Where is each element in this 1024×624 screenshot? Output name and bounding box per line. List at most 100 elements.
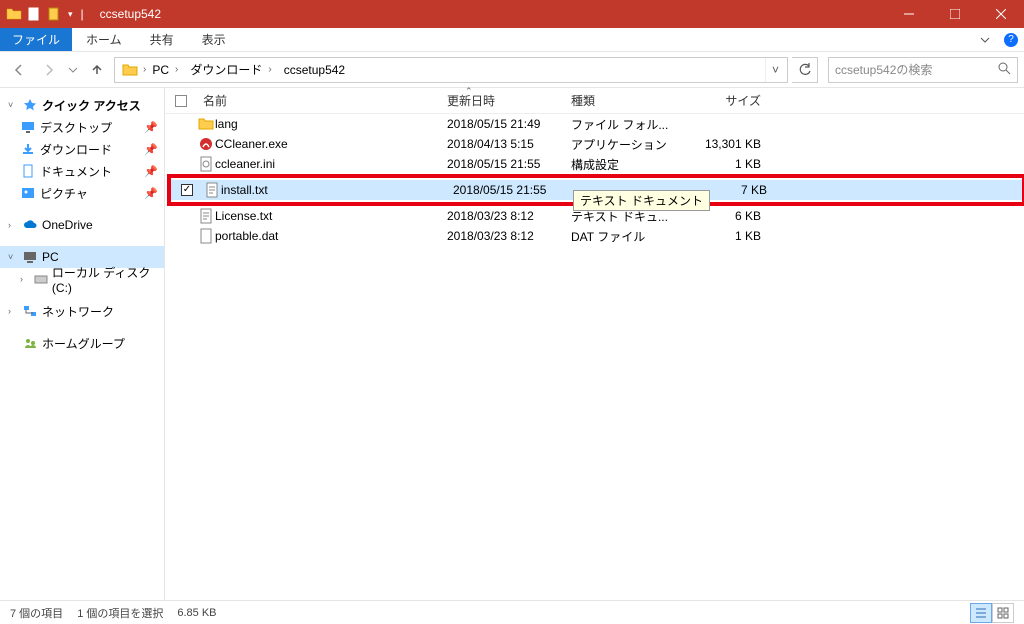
nav-bar: › PC› ダウンロード› ccsetup542 ˅ ccsetup542の検索 <box>0 52 1024 88</box>
expand-icon[interactable]: › <box>8 306 18 316</box>
collapse-icon[interactable]: ˅ <box>8 100 18 110</box>
pin-icon: 📌 <box>144 121 158 134</box>
file-date: 2018/05/15 21:55 <box>447 157 571 171</box>
file-date: 2018/03/23 8:12 <box>447 229 571 243</box>
column-type[interactable]: 種類 <box>571 92 691 109</box>
file-row[interactable]: ✓install.txt2018/05/15 21:55テキスト ドキュメント7… <box>171 180 1022 200</box>
file-tab[interactable]: ファイル <box>0 28 72 51</box>
file-type: 構成設定 <box>571 156 691 173</box>
folder-icon <box>6 6 22 22</box>
file-list: 名前 更新日時 種類 サイズ ⌃ lang2018/05/15 21:49ファイ… <box>165 88 1024 600</box>
pictures-icon <box>20 185 36 201</box>
file-size: 6 KB <box>691 209 771 223</box>
file-date: 2018/04/13 5:15 <box>447 137 571 151</box>
file-name: ccleaner.ini <box>215 157 447 171</box>
file-name: License.txt <box>215 209 447 223</box>
minimize-button[interactable] <box>886 0 932 28</box>
file-type: ファイル フォル... <box>571 116 691 133</box>
sidebar-item-documents[interactable]: ドキュメント📌 <box>0 160 164 182</box>
file-size: 1 KB <box>691 229 771 243</box>
status-item-count: 7 個の項目 <box>10 605 63 621</box>
file-row[interactable]: portable.dat2018/03/23 8:12DAT ファイル1 KB <box>165 226 1024 246</box>
status-bar: 7 個の項目 1 個の項目を選択 6.85 KB <box>0 600 1024 624</box>
maximize-button[interactable] <box>932 0 978 28</box>
collapse-icon[interactable]: ˅ <box>8 252 18 262</box>
expand-icon[interactable]: › <box>8 220 18 230</box>
file-size: 13,301 KB <box>691 137 771 151</box>
tab-home[interactable]: ホーム <box>72 28 136 51</box>
pc-icon <box>22 249 38 265</box>
file-type-icon <box>197 136 215 152</box>
qat-chevron-icon[interactable]: ▾ <box>68 9 73 20</box>
file-type-icon <box>203 182 221 198</box>
cloud-icon <box>22 217 38 233</box>
file-type: DAT ファイル <box>571 228 691 245</box>
sidebar-item-pictures[interactable]: ピクチャ📌 <box>0 182 164 204</box>
file-row[interactable]: License.txt2018/03/23 8:12テキスト ドキュ...6 K… <box>165 206 1024 226</box>
breadcrumb-downloads[interactable]: ダウンロード› <box>184 61 277 78</box>
folder-icon <box>121 61 139 79</box>
file-name: CCleaner.exe <box>215 137 447 151</box>
sidebar-onedrive[interactable]: › OneDrive <box>0 214 164 236</box>
status-selected-count: 1 個の項目を選択 <box>77 605 163 621</box>
window-title: ccsetup542 <box>94 7 161 21</box>
breadcrumb-current[interactable]: ccsetup542 <box>278 63 351 77</box>
sidebar-item-local-disk[interactable]: › ローカル ディスク (C:) <box>0 268 164 290</box>
title-bar: ▾ | ccsetup542 <box>0 0 1024 28</box>
qat-dropdown-icon[interactable] <box>46 6 62 22</box>
sidebar-item-downloads[interactable]: ダウンロード📌 <box>0 138 164 160</box>
star-icon <box>22 97 38 113</box>
column-size[interactable]: サイズ <box>691 92 771 109</box>
column-headers: 名前 更新日時 種類 サイズ ⌃ <box>165 88 1024 114</box>
refresh-button[interactable] <box>792 57 818 83</box>
column-name[interactable]: 名前 <box>197 92 447 109</box>
row-checkbox[interactable]: ✓ <box>171 184 203 196</box>
sidebar-network[interactable]: › ネットワーク <box>0 300 164 322</box>
up-button[interactable] <box>84 57 110 83</box>
thumbnails-view-button[interactable] <box>992 603 1014 623</box>
sort-indicator-icon: ⌃ <box>465 86 473 97</box>
pin-icon: 📌 <box>144 187 158 200</box>
file-row[interactable]: ccleaner.ini2018/05/15 21:55構成設定1 KB <box>165 154 1024 174</box>
file-size: 1 KB <box>691 157 771 171</box>
search-icon <box>998 62 1011 78</box>
status-selected-size: 6.85 KB <box>177 607 216 619</box>
select-all-checkbox[interactable] <box>165 95 197 107</box>
file-row[interactable]: CCleaner.exe2018/04/13 5:15アプリケーション13,30… <box>165 134 1024 154</box>
sidebar-homegroup[interactable]: ホームグループ <box>0 332 164 354</box>
close-button[interactable] <box>978 0 1024 28</box>
file-name: lang <box>215 117 447 131</box>
forward-button[interactable] <box>36 57 62 83</box>
file-type: アプリケーション <box>571 136 691 153</box>
file-name: portable.dat <box>215 229 447 243</box>
search-input[interactable]: ccsetup542の検索 <box>828 57 1018 83</box>
address-dropdown-icon[interactable]: ˅ <box>765 58 785 82</box>
help-button[interactable]: ? <box>998 28 1024 51</box>
search-placeholder: ccsetup542の検索 <box>835 61 998 78</box>
file-type: テキスト ドキュ... <box>571 208 691 225</box>
expand-icon[interactable]: › <box>20 274 29 284</box>
recent-locations-button[interactable] <box>66 57 80 83</box>
file-type-icon <box>197 228 215 244</box>
pin-icon: 📌 <box>144 143 158 156</box>
tab-view[interactable]: 表示 <box>188 28 240 51</box>
file-date: 2018/05/15 21:49 <box>447 117 571 131</box>
details-view-button[interactable] <box>970 603 992 623</box>
back-button[interactable] <box>6 57 32 83</box>
ribbon: ファイル ホーム 共有 表示 ? <box>0 28 1024 52</box>
ribbon-expand-icon[interactable] <box>972 28 998 51</box>
address-bar[interactable]: › PC› ダウンロード› ccsetup542 ˅ <box>114 57 788 83</box>
pin-icon: 📌 <box>144 165 158 178</box>
download-icon <box>20 141 36 157</box>
breadcrumb-pc[interactable]: PC› <box>146 63 184 77</box>
file-icon <box>26 6 42 22</box>
sidebar-item-desktop[interactable]: デスクトップ📌 <box>0 116 164 138</box>
file-row[interactable]: lang2018/05/15 21:49ファイル フォル... <box>165 114 1024 134</box>
sidebar-quick-access[interactable]: ˅ クイック アクセス <box>0 94 164 116</box>
tab-share[interactable]: 共有 <box>136 28 188 51</box>
file-name: install.txt <box>221 183 453 197</box>
file-type-icon <box>197 208 215 224</box>
document-icon <box>20 163 36 179</box>
disk-icon <box>33 271 48 287</box>
homegroup-icon <box>22 335 38 351</box>
